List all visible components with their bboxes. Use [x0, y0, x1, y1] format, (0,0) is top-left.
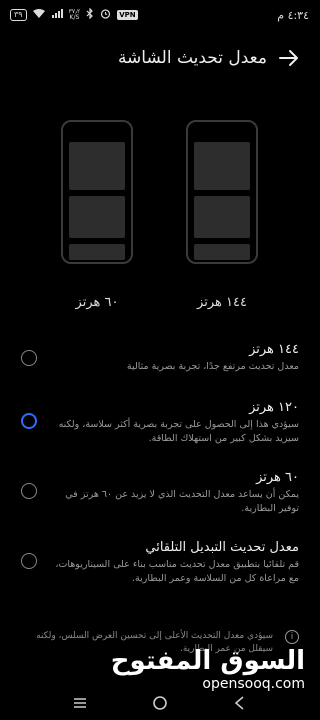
menu-icon[interactable] — [72, 695, 88, 711]
option-text: ٦٠ هرتز يمكن أن يساعد معدل التحديث الذي … — [49, 470, 299, 516]
option-text: معدل تحديث التبديل التلقائي قم تلقائيا ب… — [49, 540, 299, 586]
option-description: سيؤدي هذا إلى الحصول على تجربة بصرية أكث… — [58, 419, 299, 444]
network-speed-unit: K/S — [69, 14, 80, 21]
wifi-icon — [32, 8, 45, 22]
status-time: ٤:٣٤ م — [277, 9, 309, 22]
preview-label-144hz: ١٤٤ هرتز — [197, 295, 247, 310]
option-text: ١٤٤ هرتز معدل تحديث مرتفع جدًا، تجربة بص… — [49, 342, 299, 374]
preview-label-60hz: ٦٠ هرتز — [75, 295, 119, 310]
arrow-forward-icon[interactable] — [277, 46, 301, 70]
vpn-icon: VPN — [117, 10, 138, 20]
option-description: قم تلقائيا بتطبيق معدل تحديث مناسب بناء … — [55, 559, 299, 584]
refresh-rate-previews: ١٤٤ هرتز ٦٠ هرتز — [0, 120, 319, 320]
battery-icon: ٣٩ — [10, 9, 27, 21]
radio-button[interactable] — [21, 553, 37, 569]
option-description: يمكن أن يساعد معدل التحديث الذي لا يزيد … — [65, 489, 299, 514]
system-nav-bar — [0, 686, 319, 720]
watermark-arabic: السوق المفتوح — [110, 646, 305, 676]
radio-button[interactable] — [21, 350, 37, 366]
preview-block — [69, 244, 125, 260]
back-icon[interactable] — [232, 695, 248, 711]
page-title: معدل تحديث الشاشة — [117, 48, 267, 68]
preview-block — [69, 196, 125, 238]
network-speed: ٣٧٫٢ K/S — [69, 9, 81, 21]
option-title: ١٤٤ هرتز — [249, 342, 299, 357]
option-title: ١٢٠ هرتز — [249, 400, 299, 415]
alarm-icon — [100, 8, 111, 22]
page-header: معدل تحديث الشاشة — [0, 46, 319, 70]
phone-preview-60hz — [61, 120, 133, 264]
signal-icon — [51, 8, 63, 22]
preview-block — [194, 142, 250, 190]
phone-preview-144hz — [186, 120, 258, 264]
option-title: ٦٠ هرتز — [256, 470, 299, 485]
preview-block — [69, 142, 125, 190]
option-text: ١٢٠ هرتز سيؤدي هذا إلى الحصول على تجربة … — [49, 400, 299, 446]
option-title: معدل تحديث التبديل التلقائي — [145, 540, 299, 555]
preview-block — [194, 244, 250, 260]
bluetooth-icon — [86, 7, 94, 22]
home-icon[interactable] — [152, 695, 168, 711]
preview-block — [194, 196, 250, 238]
option-description: معدل تحديث مرتفع جدًا، تجربة بصرية مثالي… — [126, 361, 299, 372]
status-bar: ٣٩ ٣٧٫٢ K/S VPN ٤:٣٤ م — [0, 0, 319, 34]
radio-button-selected[interactable] — [21, 413, 37, 429]
status-icons: ٣٩ ٣٧٫٢ K/S VPN — [10, 7, 138, 22]
radio-button[interactable] — [21, 483, 37, 499]
info-icon: i — [285, 630, 299, 644]
